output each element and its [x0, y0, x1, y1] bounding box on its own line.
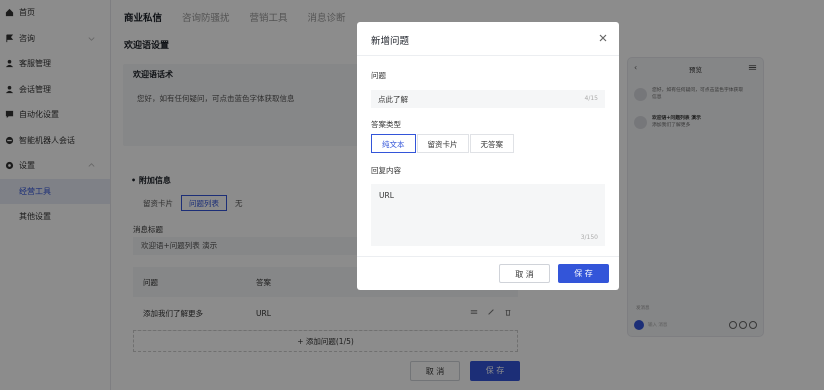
reply-count: 3/150 [580, 234, 598, 241]
modal-actions: 取 消 保 存 [499, 264, 609, 283]
divider [357, 55, 619, 56]
modal-cancel-button[interactable]: 取 消 [499, 264, 550, 283]
option-no-answer[interactable]: 无答案 [469, 134, 514, 153]
option-plain-text[interactable]: 纯文本 [371, 134, 416, 153]
question-count: 4/15 [584, 95, 598, 102]
modal-save-button[interactable]: 保 存 [558, 264, 609, 283]
add-question-modal: 新增问题 问题 点此了解 4/15 答案类型 纯文本 留资卡片 无答案 回复内容… [357, 22, 619, 290]
reply-value: URL [379, 191, 394, 200]
answer-type-segment: 纯文本 留资卡片 无答案 [371, 134, 514, 153]
answer-type-label: 答案类型 [371, 120, 401, 129]
question-label: 问题 [371, 71, 386, 80]
question-input[interactable]: 点此了解 4/15 [371, 90, 605, 108]
close-icon[interactable] [597, 32, 609, 44]
reply-label: 回复内容 [371, 166, 401, 175]
divider [357, 256, 619, 257]
option-lead-card[interactable]: 留资卡片 [416, 134, 469, 153]
reply-textarea[interactable]: URL 3/150 [371, 184, 605, 246]
question-value: 点此了解 [378, 95, 408, 104]
modal-title: 新增问题 [371, 36, 410, 47]
